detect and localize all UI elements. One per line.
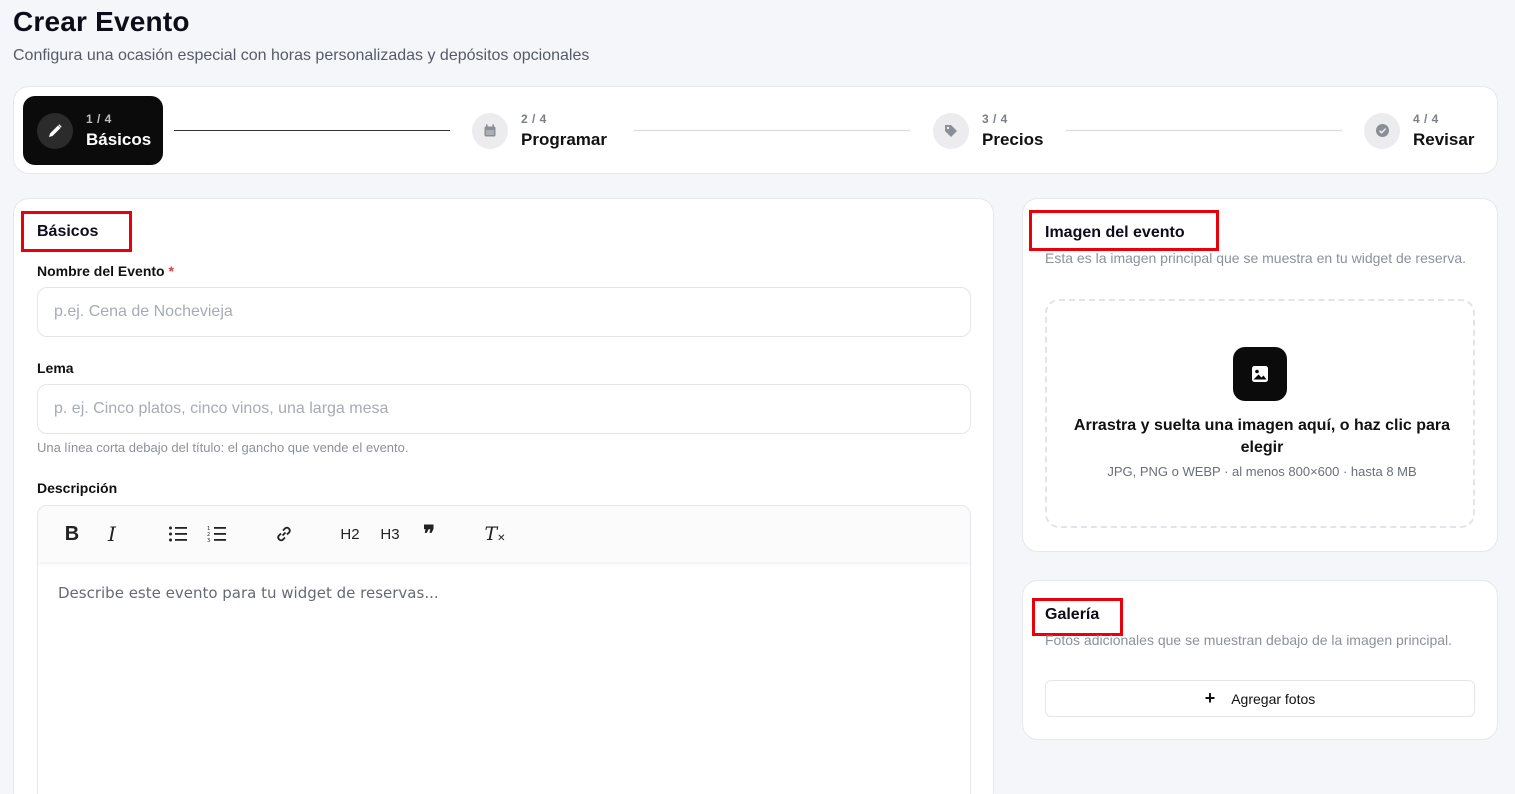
step-label: Básicos [86, 129, 152, 149]
event-image-card: Imagen del evento Esta es la imagen prin… [1022, 198, 1498, 552]
dropzone-title: Arrastra y suelta una imagen aquí, o haz… [1073, 417, 1451, 456]
step-label: Revisar [1413, 129, 1475, 149]
basics-title: Básicos [37, 223, 99, 240]
pencil-icon [37, 112, 73, 149]
event-name-label: Nombre del Evento * [37, 263, 174, 279]
step-label: Precios [982, 129, 1044, 149]
tagline-label: Lema [37, 360, 74, 376]
step-basics[interactable]: 1 / 4 Básicos [23, 96, 163, 165]
editor-toolbar: B I 123 H2 H3 ❞ T ✕ [38, 506, 970, 562]
description-label: Descripción [37, 480, 118, 496]
description-editor[interactable]: B I 123 H2 H3 ❞ T ✕ Describe este evento … [37, 505, 971, 794]
page-subtitle: Configura una ocasión especial con horas… [13, 47, 590, 64]
event-image-title: Imagen del evento [1045, 224, 1185, 241]
numbered-list-icon[interactable]: 123 [205, 520, 229, 548]
step-connector [1066, 130, 1342, 131]
add-photos-button[interactable]: + Agregar fotos [1045, 680, 1475, 717]
tag-icon [933, 112, 969, 149]
tagline-hint: Una línea corta debajo del título: el ga… [37, 440, 409, 455]
event-image-description: Esta es la imagen principal que se muest… [1045, 250, 1467, 266]
dropzone-hint: JPG, PNG o WEBP · al menos 800×600 · has… [1107, 464, 1417, 479]
gallery-title: Galería [1045, 606, 1100, 623]
quote-icon[interactable]: ❞ [418, 520, 440, 548]
step-schedule[interactable]: 2 / 4 Programar [472, 96, 607, 165]
svg-text:3: 3 [207, 538, 210, 543]
tagline-input[interactable]: p. ej. Cinco platos, cinco vinos, una la… [37, 384, 971, 434]
required-mark: * [168, 263, 174, 279]
step-connector [174, 130, 450, 131]
check-circle-icon [1364, 112, 1400, 149]
step-label: Programar [521, 129, 607, 149]
italic-button[interactable]: I [102, 520, 122, 548]
step-connector [634, 130, 910, 131]
step-count: 1 / 4 [86, 111, 112, 126]
add-photos-label: Agregar fotos [1231, 690, 1316, 707]
image-icon [1233, 347, 1287, 401]
image-dropzone[interactable]: Arrastra y suelta una imagen aquí, o haz… [1045, 299, 1475, 528]
step-pricing[interactable]: 3 / 4 Precios [933, 96, 1043, 165]
step-count: 4 / 4 [1413, 111, 1439, 126]
link-icon[interactable] [272, 520, 296, 548]
bullet-list-icon[interactable] [166, 520, 190, 548]
step-count: 2 / 4 [521, 111, 547, 126]
gallery-card: Galería Fotos adicionales que se muestra… [1022, 580, 1498, 740]
plus-icon: + [1204, 688, 1216, 708]
heading2-button[interactable]: H2 [338, 520, 362, 548]
calendar-icon [472, 112, 508, 149]
step-count: 3 / 4 [982, 111, 1008, 126]
gallery-description: Fotos adicionales que se muestran debajo… [1045, 632, 1453, 648]
bold-button[interactable]: B [62, 520, 82, 548]
step-review[interactable]: 4 / 4 Revisar [1364, 96, 1474, 165]
page-title: Crear Evento [13, 6, 190, 37]
description-placeholder: Describe este evento para tu widget de r… [58, 584, 439, 602]
clear-format-icon[interactable]: T ✕ [484, 520, 506, 548]
stepper: 1 / 4 Básicos 2 / 4 Programar 3 / 4 Prec… [13, 86, 1498, 174]
event-name-input[interactable]: p.ej. Cena de Nochevieja [37, 287, 971, 337]
basics-card: Básicos Nombre del Evento * p.ej. Cena d… [13, 198, 994, 794]
heading3-button[interactable]: H3 [378, 520, 402, 548]
